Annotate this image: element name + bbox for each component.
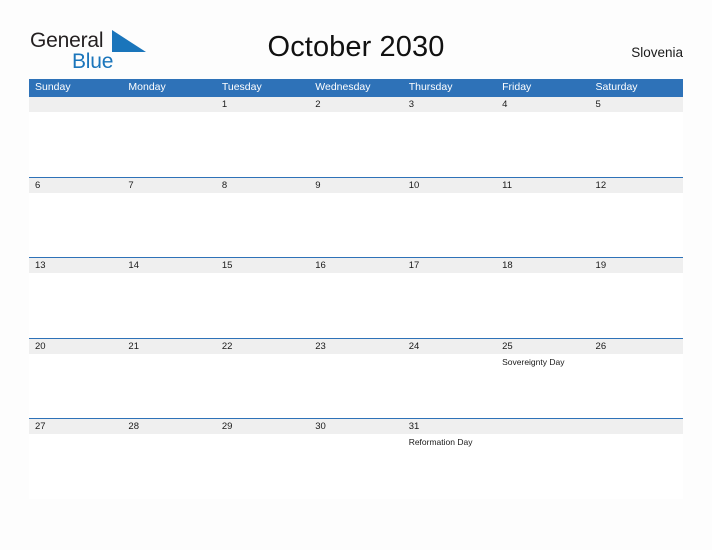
calendar-day-cell[interactable]: 5 bbox=[589, 97, 683, 177]
calendar-day-cell[interactable]: 14 bbox=[122, 258, 216, 338]
calendar-weeks: 1 2 3 4 5 6 7 8 9 10 11 12 13 14 15 16 17 18 19 20 21 22 23 24 2… bbox=[29, 96, 683, 499]
calendar-day-number: 14 bbox=[122, 258, 216, 274]
calendar-day-number: 9 bbox=[309, 177, 403, 193]
weekday-header-wednesday: Wednesday bbox=[315, 81, 371, 93]
calendar-day-cell[interactable]: 3 bbox=[402, 97, 497, 177]
calendar-day-number: 31 bbox=[402, 419, 497, 435]
calendar-day-cell[interactable]: 4 bbox=[496, 97, 590, 177]
calendar-week-row: 6 7 8 9 10 11 12 bbox=[29, 176, 683, 258]
calendar-day-cell[interactable]: 6 bbox=[29, 177, 123, 258]
weekday-header-tuesday: Tuesday bbox=[221, 81, 262, 93]
calendar-day-number: 12 bbox=[589, 177, 683, 193]
calendar-day-number: 23 bbox=[309, 338, 403, 354]
calendar-day-number: 8 bbox=[215, 177, 310, 193]
calendar-day-cell[interactable] bbox=[589, 419, 683, 499]
calendar-week-row: 20 21 22 23 24 25 Sovereignty Day 26 bbox=[29, 337, 683, 419]
page-header: General Blue October 2030 Slovenia bbox=[0, 0, 712, 78]
calendar-day-cell[interactable]: 15 bbox=[215, 258, 310, 338]
calendar-day-cell[interactable]: 23 bbox=[309, 338, 403, 419]
calendar-day-number: 13 bbox=[29, 258, 123, 274]
calendar-day-number: 3 bbox=[402, 97, 497, 112]
calendar-day-cell[interactable]: 30 bbox=[309, 419, 403, 499]
calendar-day-number: 1 bbox=[215, 97, 310, 112]
calendar-day-cell[interactable]: 28 bbox=[122, 419, 216, 499]
calendar-day-number: 19 bbox=[589, 258, 683, 274]
calendar-day-cell[interactable]: 9 bbox=[309, 177, 403, 258]
calendar-day-cell[interactable]: 21 bbox=[122, 338, 216, 419]
calendar-holiday-label: Reformation Day bbox=[408, 437, 473, 448]
calendar-day-number bbox=[122, 97, 216, 112]
calendar-day-number: 28 bbox=[122, 419, 216, 435]
calendar-day-cell[interactable]: 27 bbox=[29, 419, 123, 499]
calendar-week-row: 12345 bbox=[29, 96, 683, 177]
calendar-day-cell[interactable]: 24 bbox=[402, 338, 497, 419]
calendar-day-cell[interactable]: 19 bbox=[589, 258, 683, 338]
calendar-day-number: 21 bbox=[122, 338, 216, 354]
calendar-day-events: Sovereignty Day bbox=[496, 354, 589, 368]
calendar-day-number: 15 bbox=[215, 258, 310, 274]
calendar-page: General Blue October 2030 Slovenia Sunda… bbox=[0, 0, 712, 550]
calendar-day-number: 18 bbox=[496, 258, 590, 274]
calendar-day-number: 25 bbox=[496, 338, 590, 354]
page-title: October 2030 bbox=[267, 31, 445, 63]
calendar-day-number: 4 bbox=[496, 97, 590, 112]
calendar-day-cell[interactable]: 16 bbox=[309, 258, 403, 338]
weekday-header-monday: Monday bbox=[128, 81, 166, 93]
calendar-day-cell[interactable]: 8 bbox=[215, 177, 310, 258]
calendar-day-cell[interactable]: 25 Sovereignty Day bbox=[496, 338, 590, 419]
calendar-day-number: 30 bbox=[309, 419, 403, 435]
calendar-day-cell[interactable] bbox=[496, 419, 590, 499]
calendar-day-number: 26 bbox=[589, 338, 683, 354]
calendar-day-number bbox=[29, 97, 123, 112]
calendar-day-number: 11 bbox=[496, 177, 590, 193]
calendar-day-number: 17 bbox=[402, 258, 497, 274]
calendar-day-cell[interactable]: 29 bbox=[215, 419, 310, 499]
weekday-header-saturday: Saturday bbox=[595, 81, 638, 93]
calendar-day-cell[interactable]: 26 bbox=[589, 338, 683, 419]
calendar-day-number: 27 bbox=[29, 419, 123, 435]
calendar-day-number: 6 bbox=[29, 177, 123, 193]
calendar-week-row: 13 14 15 16 17 18 19 bbox=[29, 257, 683, 338]
calendar-day-number bbox=[589, 419, 683, 435]
calendar-day-cell[interactable]: 2 bbox=[309, 97, 403, 177]
calendar-day-cell[interactable]: 20 bbox=[29, 338, 123, 419]
calendar-day-number: 10 bbox=[402, 177, 497, 193]
calendar-day-number: 29 bbox=[215, 419, 310, 435]
weekday-header-friday: Friday bbox=[502, 81, 532, 93]
calendar-day-cell[interactable]: 10 bbox=[402, 177, 497, 258]
calendar-day-cell[interactable]: 13 bbox=[29, 258, 123, 338]
calendar-day-cell[interactable]: 11 bbox=[496, 177, 590, 258]
calendar-day-events: Reformation Day bbox=[403, 434, 496, 448]
calendar-day-number: 5 bbox=[589, 97, 683, 112]
calendar-day-number: 16 bbox=[309, 258, 403, 274]
calendar-day-cell[interactable] bbox=[122, 97, 216, 177]
calendar-day-cell[interactable] bbox=[29, 97, 123, 177]
calendar-day-cell[interactable]: 22 bbox=[215, 338, 310, 419]
calendar-day-cell[interactable]: 18 bbox=[496, 258, 590, 338]
calendar-day-cell[interactable]: 12 bbox=[589, 177, 683, 258]
calendar-day-number bbox=[496, 419, 590, 435]
calendar-day-cell[interactable]: 17 bbox=[402, 258, 497, 338]
calendar-day-number: 7 bbox=[122, 177, 216, 193]
weekday-header-sunday: Sunday bbox=[35, 81, 71, 93]
weekday-header-thursday: Thursday bbox=[408, 81, 453, 93]
calendar-day-number: 20 bbox=[29, 338, 123, 354]
calendar-day-cell[interactable]: 31 Reformation Day bbox=[402, 419, 497, 499]
weekday-header-row: Sunday Monday Tuesday Wednesday Thursday… bbox=[29, 79, 683, 96]
calendar-day-number: 2 bbox=[309, 97, 403, 112]
calendar-holiday-label: Sovereignty Day bbox=[502, 356, 565, 367]
calendar-week-row: 27 28 29 30 31 Reformation Day bbox=[29, 418, 683, 499]
calendar-day-cell[interactable]: 1 bbox=[215, 97, 310, 177]
calendar-day-number: 22 bbox=[215, 338, 310, 354]
calendar-day-number: 24 bbox=[402, 338, 497, 354]
calendar-day-cell[interactable]: 7 bbox=[122, 177, 216, 258]
calendar-grid: Sunday Monday Tuesday Wednesday Thursday… bbox=[29, 79, 683, 499]
region-label: Slovenia bbox=[631, 45, 683, 60]
